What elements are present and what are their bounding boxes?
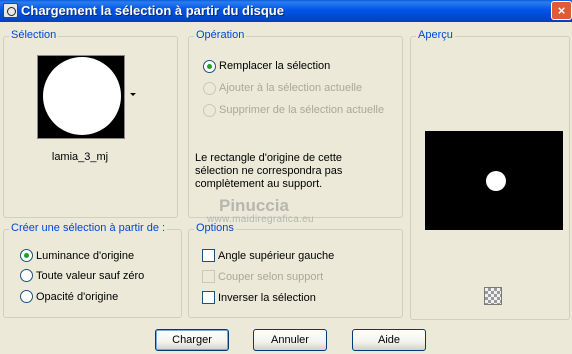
checkbox-top-left-label: Angle supérieur gauche xyxy=(218,250,335,262)
radio-luminance-label: Luminance d'origine xyxy=(36,250,135,262)
options-legend: Options xyxy=(194,222,236,234)
title-bar: Chargement la sélection à partir du disq… xyxy=(0,0,572,22)
create-from-legend: Créer une sélection à partir de : xyxy=(9,222,168,234)
preview-dot xyxy=(486,171,506,191)
load-button[interactable]: Charger xyxy=(155,329,229,351)
radio-replace[interactable] xyxy=(203,60,216,73)
radio-replace-label: Remplacer la sélection xyxy=(219,60,331,72)
radio-opacity[interactable] xyxy=(20,290,33,303)
radio-opacity-label: Opacité d'origine xyxy=(36,291,119,303)
selection-thumbnail[interactable] xyxy=(37,55,125,139)
radio-add-label: Ajouter à la sélection actuelle xyxy=(219,82,363,94)
checkerboard-icon[interactable] xyxy=(484,287,502,305)
selection-legend: Sélection xyxy=(9,29,59,41)
window-icon[interactable] xyxy=(3,3,18,18)
close-button[interactable]: × xyxy=(551,1,572,20)
radio-luminance[interactable] xyxy=(20,249,33,262)
radio-subtract-label: Supprimer de la sélection actuelle xyxy=(219,104,385,116)
radio-nonzero[interactable] xyxy=(20,269,33,282)
radio-subtract[interactable] xyxy=(203,104,216,117)
watermark-name: Pinuccia xyxy=(219,196,289,215)
checkbox-crop[interactable] xyxy=(202,270,215,283)
radio-add[interactable] xyxy=(203,82,216,95)
selection-file-name: lamia_3_mj xyxy=(51,151,109,163)
thumbnail-circle xyxy=(43,57,121,135)
preview-legend: Aperçu xyxy=(416,29,455,41)
checkbox-invert-label: Inverser la sélection xyxy=(218,292,316,304)
preview-canvas xyxy=(425,131,563,230)
operation-legend: Opération xyxy=(194,29,247,41)
checkbox-top-left[interactable] xyxy=(202,249,215,262)
window-title: Chargement la sélection à partir du disq… xyxy=(21,3,284,18)
checkbox-crop-label: Couper selon support xyxy=(218,271,324,283)
mismatch-note: Le rectangle d'origine de cette sélectio… xyxy=(195,152,343,190)
help-button[interactable]: Aide xyxy=(352,329,426,351)
cancel-button[interactable]: Annuler xyxy=(253,329,327,351)
chevron-down-icon[interactable] xyxy=(130,93,136,96)
radio-nonzero-label: Toute valeur sauf zéro xyxy=(36,270,145,282)
checkbox-invert[interactable] xyxy=(202,291,215,304)
